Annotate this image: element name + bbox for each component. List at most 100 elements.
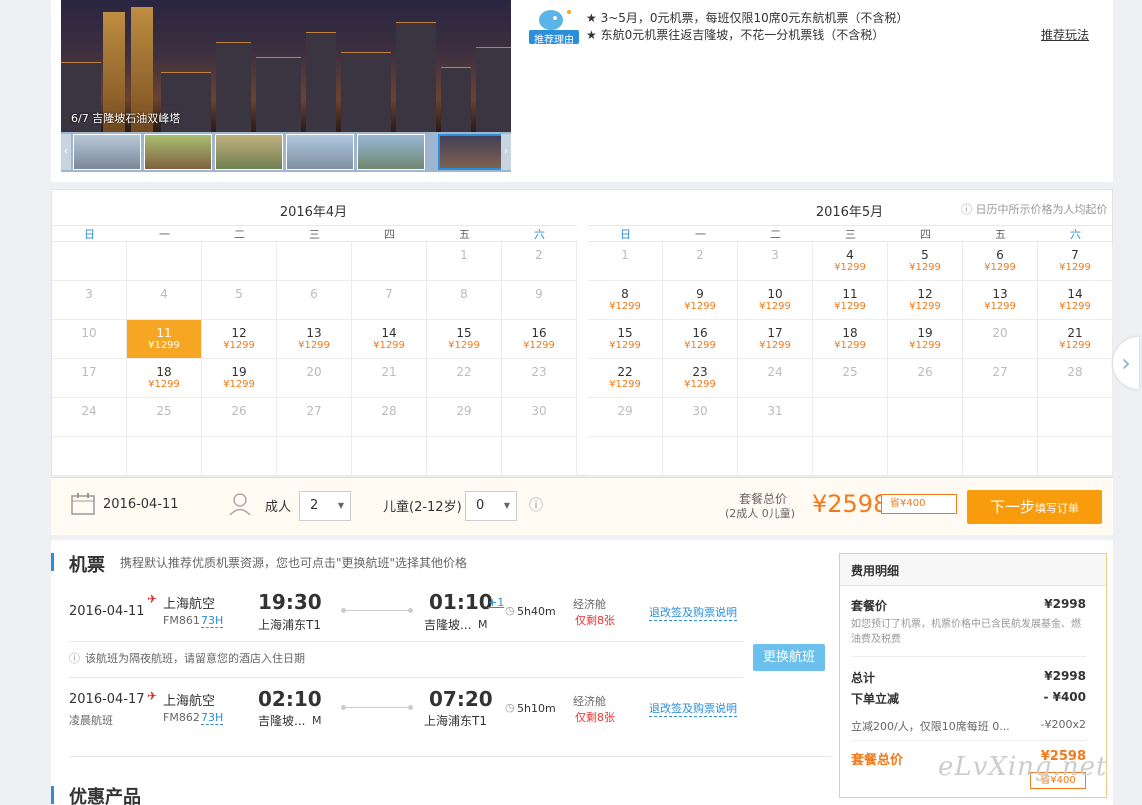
calendar-day[interactable]: 13 ¥1299: [963, 281, 1038, 320]
calendar-month-title: 2016年4月: [279, 205, 348, 220]
calendar-day[interactable]: 18 ¥1299: [813, 320, 888, 359]
day-number: 21: [1067, 326, 1083, 340]
calendar-day[interactable]: 14 ¥1299: [1038, 281, 1113, 320]
next-step-button[interactable]: 下一步填写订单: [967, 490, 1102, 524]
calendar-day[interactable]: 10 ¥1299: [738, 281, 813, 320]
flight-2-airline: 上海航空: [163, 694, 216, 709]
calendar-day[interactable]: 19 ¥1299: [202, 359, 277, 398]
day-price: ¥1299: [373, 340, 405, 351]
day-number: 17: [767, 326, 783, 340]
calendar-day-selected[interactable]: 11 ¥1299: [127, 320, 202, 359]
calendar-day[interactable]: 9 ¥1299: [663, 281, 738, 320]
calendar-day: [813, 398, 888, 437]
calendar-day[interactable]: 13 ¥1299: [277, 320, 352, 359]
day-number: 18: [156, 365, 172, 379]
calendar-day[interactable]: 18 ¥1299: [127, 359, 202, 398]
calendar-day[interactable]: 6 ¥1299: [963, 242, 1038, 281]
info-icon[interactable]: ⓘ: [529, 495, 543, 515]
thumbnail-active[interactable]: [438, 134, 506, 170]
thumbnail[interactable]: [357, 134, 425, 170]
hero-image[interactable]: 6/7 吉隆坡石油双峰塔: [61, 0, 511, 132]
child-select[interactable]: 0 ▼: [465, 491, 517, 521]
flight-1-rule-link[interactable]: 退改签及购票说明: [649, 604, 737, 621]
flight-2-seats-left: 仅剩8张: [575, 711, 615, 724]
route-line: [344, 610, 410, 611]
day-number: 11: [156, 326, 172, 340]
thumbnail[interactable]: [215, 134, 283, 170]
recommend-reason-badge: 推荐理由: [529, 6, 579, 46]
calendar-day[interactable]: 19 ¥1299: [888, 320, 963, 359]
day-number: 1: [621, 248, 629, 262]
hero-caption: 6/7 吉隆坡石油双峰塔: [71, 112, 181, 125]
day-number: 29: [617, 404, 633, 418]
thumb-next-icon[interactable]: ›: [501, 134, 511, 170]
weekday-header: 二: [738, 225, 813, 242]
calendar-day: 3: [52, 281, 127, 320]
adult-select[interactable]: 2 ▼: [299, 491, 351, 521]
calendar-day[interactable]: 22 ¥1299: [588, 359, 663, 398]
flight-1-plane[interactable]: 73H: [201, 614, 224, 628]
calendar-day[interactable]: 16 ¥1299: [663, 320, 738, 359]
calendar-day[interactable]: 8 ¥1299: [588, 281, 663, 320]
child-label: 儿童(2-12岁): [383, 500, 462, 515]
calendar-next-icon[interactable]: ›: [1113, 337, 1139, 389]
flight-2-plane[interactable]: 73H: [201, 711, 224, 725]
day-number: 22: [617, 365, 633, 379]
day-number: 3: [85, 287, 93, 301]
calendar-may: 2016年5月日一二三四五六 1 2 3 4 ¥1299 5 ¥1299 6 ¥1299 7 ¥129…: [588, 190, 1113, 476]
order-date[interactable]: 2016-04-11: [103, 497, 179, 512]
recommend-reason-label: 推荐理由: [534, 35, 574, 46]
calendar-day[interactable]: 5 ¥1299: [888, 242, 963, 281]
weekday-header: 日: [52, 225, 127, 242]
weekday-header: 六: [1038, 225, 1113, 242]
recommend-play-link[interactable]: 推荐玩法: [1041, 26, 1089, 43]
flight-1-duration: 5h40m: [517, 605, 556, 618]
calendar-day: 28: [352, 398, 427, 437]
day-price: ¥1299: [759, 301, 791, 312]
calendar-day: [502, 437, 577, 476]
calendar-day[interactable]: 4 ¥1299: [813, 242, 888, 281]
day-number: 2: [696, 248, 704, 262]
divider: [69, 677, 743, 678]
thumbnail[interactable]: [286, 134, 354, 170]
calendar-day[interactable]: 14 ¥1299: [352, 320, 427, 359]
calendar-day[interactable]: 7 ¥1299: [1038, 242, 1113, 281]
day-number: 6: [996, 248, 1004, 262]
day-number: 18: [842, 326, 858, 340]
day-price: ¥1299: [684, 340, 716, 351]
calendar: 2016年4月日一二三四五六 1 2 3 4 5 6 7 8 9 10 11 ¥1299 12 ¥1299 1…: [51, 189, 1113, 476]
info-icon: ⓘ: [69, 652, 80, 665]
thumbnail[interactable]: [144, 134, 212, 170]
flight-2-date: 2016-04-17: [69, 692, 145, 707]
calendar-day[interactable]: 15 ¥1299: [427, 320, 502, 359]
day-price: ¥1299: [684, 301, 716, 312]
day-number: 23: [692, 365, 708, 379]
calendar-day[interactable]: 11 ¥1299: [813, 281, 888, 320]
flight-1-arr-term: M: [478, 618, 488, 631]
fee-total-value: ¥2998: [1044, 669, 1086, 683]
user-icon: [229, 493, 251, 516]
flight-2-arr-time: 07:20: [429, 687, 493, 711]
calendar-day[interactable]: 12 ¥1299: [202, 320, 277, 359]
calendar-day[interactable]: 17 ¥1299: [738, 320, 813, 359]
day-price: ¥1299: [909, 340, 941, 351]
fee-title: 费用明细: [851, 564, 900, 578]
day-number: 14: [1067, 287, 1083, 301]
day-number: 7: [385, 287, 393, 301]
total-price: ¥2598: [812, 490, 889, 518]
change-flight-button[interactable]: 更换航班: [753, 644, 825, 671]
calendar-day[interactable]: 21 ¥1299: [1038, 320, 1113, 359]
calendar-day[interactable]: 16 ¥1299: [502, 320, 577, 359]
calendar-day: 30: [663, 398, 738, 437]
calendar-day[interactable]: 23 ¥1299: [663, 359, 738, 398]
thumbnail[interactable]: [73, 134, 141, 170]
thumb-prev-icon[interactable]: ‹: [61, 134, 71, 170]
day-price: ¥1299: [148, 379, 180, 390]
flight-2-rule-link[interactable]: 退改签及购票说明: [649, 700, 737, 717]
day-price: ¥1299: [984, 262, 1016, 273]
weekday-header: 三: [277, 225, 352, 242]
day-price: ¥1299: [448, 340, 480, 351]
calendar-day[interactable]: 15 ¥1299: [588, 320, 663, 359]
calendar-day[interactable]: 12 ¥1299: [888, 281, 963, 320]
building: [256, 57, 301, 132]
